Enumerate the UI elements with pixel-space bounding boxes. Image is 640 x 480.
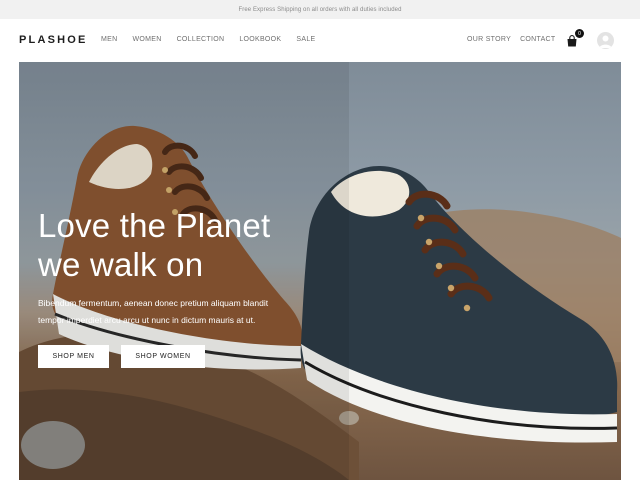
nav-link-women[interactable]: WOMEN bbox=[132, 36, 161, 43]
nav-link-men[interactable]: MEN bbox=[101, 36, 117, 43]
nav-link-our-story[interactable]: OUR STORY bbox=[467, 36, 511, 43]
nav-link-sale[interactable]: SALE bbox=[296, 36, 315, 43]
hero-description: Bibendum fermentum, aenean donec pretium… bbox=[38, 295, 318, 329]
announcement-bar: Free Express Shipping on all orders with… bbox=[0, 0, 640, 19]
shop-women-button[interactable]: SHOP WOMEN bbox=[121, 345, 205, 368]
hero-title: Love the Planet we walk on bbox=[38, 206, 338, 284]
nav-link-contact[interactable]: CONTACT bbox=[520, 36, 555, 43]
cart-count-badge: 0 bbox=[575, 29, 584, 38]
site-header: PLASHOE MEN WOMEN COLLECTION LOOKBOOK SA… bbox=[0, 19, 640, 62]
hero-banner: Love the Planet we walk on Bibendum ferm… bbox=[19, 62, 621, 480]
nav-link-collection[interactable]: COLLECTION bbox=[177, 36, 225, 43]
nav-link-lookbook[interactable]: LOOKBOOK bbox=[239, 36, 281, 43]
hero-description-line-1: Bibendum fermentum, aenean donec pretium… bbox=[38, 298, 269, 308]
user-avatar-icon[interactable] bbox=[597, 32, 614, 49]
hero-title-line-2: we walk on bbox=[38, 246, 204, 283]
site-logo[interactable]: PLASHOE bbox=[19, 34, 88, 46]
shop-men-button[interactable]: SHOP MEN bbox=[38, 345, 109, 368]
hero-title-line-1: Love the Planet bbox=[38, 207, 271, 244]
secondary-menu: OUR STORY CONTACT bbox=[467, 36, 564, 43]
main-menu: MEN WOMEN COLLECTION LOOKBOOK SALE bbox=[101, 36, 331, 43]
announcement-text: Free Express Shipping on all orders with… bbox=[238, 6, 402, 13]
hero-description-line-2: tempor imperdiet arcu arcu ut nunc in di… bbox=[38, 315, 256, 325]
